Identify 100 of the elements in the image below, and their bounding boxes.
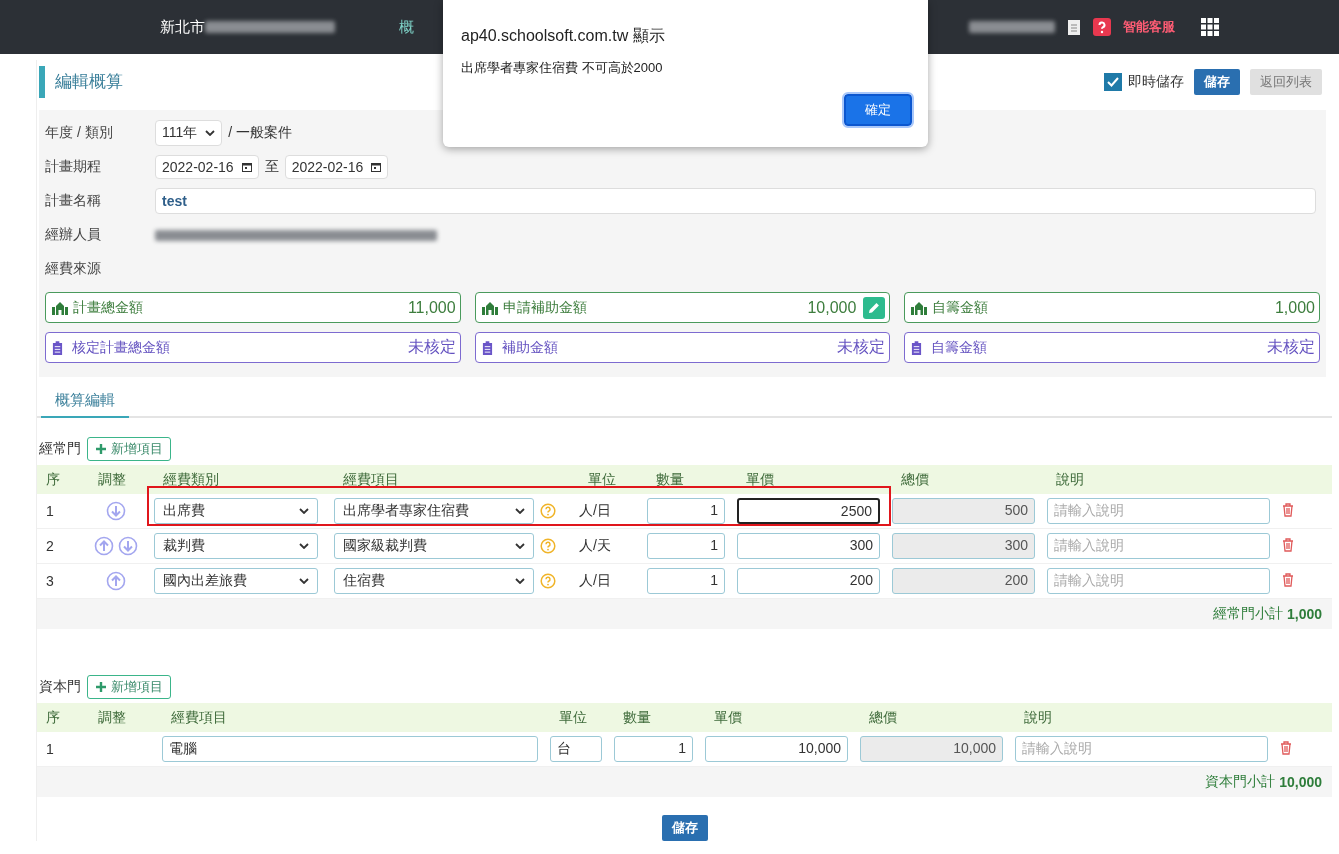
plan-name-field[interactable]: test: [155, 188, 1316, 214]
clipboard-icon[interactable]: [1067, 18, 1081, 36]
unit-text: 人/日: [579, 572, 612, 590]
column-header: 序: [45, 470, 61, 489]
unit-text: 人/日: [579, 502, 612, 520]
trash-icon[interactable]: [1282, 572, 1294, 587]
field-label: 計畫名稱: [45, 192, 102, 210]
calendar-icon: [241, 162, 252, 172]
caret-icon: [299, 543, 309, 549]
dialog-message: 出席學者專家住宿費 不可高於2000: [461, 59, 664, 77]
subtotal-label: 資本門小計: [1205, 773, 1276, 791]
funding-amount: 1,000: [1274, 298, 1315, 317]
item-dropdown[interactable]: 國家級裁判費: [334, 533, 534, 559]
add-item-button[interactable]: 新增項目: [87, 675, 171, 699]
column-header: 數量: [655, 470, 685, 489]
row-number: 3: [45, 573, 55, 589]
date-range-separator: 至: [264, 158, 279, 176]
approval-status: 未核定: [407, 337, 456, 357]
column-header: 經費類別: [162, 470, 220, 489]
column-header: 數量: [622, 708, 652, 727]
start-date-field[interactable]: 2022-02-16: [155, 155, 259, 179]
dialog-title: ap40.schoolsoft.com.tw 顯示: [461, 26, 666, 46]
caret-icon: [515, 508, 525, 514]
trash-icon[interactable]: [1280, 740, 1292, 755]
unit-price-field[interactable]: 200: [737, 568, 880, 594]
total-field: 10,000: [860, 736, 1003, 762]
column-header: 總價: [868, 708, 898, 727]
row-number: 1: [45, 503, 55, 519]
approval-status: 未核定: [1267, 337, 1315, 357]
help-link[interactable]: 智能客服: [1123, 18, 1175, 36]
column-header: 說明: [1023, 708, 1053, 727]
quantity-field[interactable]: 1: [647, 533, 725, 559]
quantity-field[interactable]: 1: [647, 498, 725, 524]
save-button[interactable]: 儲存: [661, 815, 708, 841]
funding-label: 申請補助金額: [502, 298, 587, 317]
help-icon[interactable]: [1093, 18, 1111, 36]
autosave-checkbox[interactable]: [1104, 73, 1122, 91]
autosave-label: 即時儲存: [1128, 73, 1184, 91]
caret-icon: [515, 578, 525, 584]
row-number: 1: [45, 741, 55, 757]
org-name: 新北市: [160, 17, 205, 37]
end-date-field[interactable]: 2022-02-16: [284, 155, 389, 179]
clipboard-icon: [52, 340, 63, 355]
tab[interactable]: 概算編輯: [41, 387, 129, 418]
funding-amount: 11,000: [407, 298, 456, 317]
quantity-field[interactable]: 1: [647, 568, 725, 594]
trash-icon[interactable]: [1282, 537, 1294, 552]
plus-icon: [95, 443, 107, 455]
unit-text: 人/天: [579, 537, 612, 555]
caret-icon: [515, 543, 525, 549]
caret-icon: [299, 578, 309, 584]
item-name-field[interactable]: 電腦: [162, 736, 538, 762]
column-header: 序: [45, 708, 61, 727]
funding-label: 自籌金額: [932, 298, 989, 317]
field-label: 經辦人員: [45, 226, 102, 244]
field-label: 年度 / 類別: [45, 124, 114, 142]
column-header: 經費項目: [342, 470, 400, 489]
save-button[interactable]: 儲存: [1194, 69, 1240, 95]
subtotal-amount: 1,000: [1286, 606, 1322, 622]
category-dropdown[interactable]: 出席費: [154, 498, 318, 524]
section-title: 經常門: [39, 440, 81, 458]
unit-price-field[interactable]: 2500: [737, 498, 880, 524]
total-field: 200: [892, 568, 1035, 594]
column-header: 總價: [900, 470, 930, 489]
edit-button[interactable]: [863, 296, 886, 319]
clipboard-icon: [481, 340, 493, 355]
menu-item[interactable]: 概: [399, 17, 414, 37]
calendar-icon: [371, 162, 382, 172]
pencil-icon: [868, 301, 881, 314]
subtotal-label: 經常門小計: [1212, 605, 1283, 623]
back-to-list-button[interactable]: 返回列表: [1250, 69, 1322, 95]
category-dropdown[interactable]: 裁判費: [154, 533, 318, 559]
approved-label: 補助金額: [501, 338, 558, 357]
ok-button[interactable]: 確定: [844, 94, 912, 126]
funding-amount: 10,000: [807, 298, 857, 317]
category-dropdown[interactable]: 國內出差旅費: [154, 568, 318, 594]
apps-grid-icon[interactable]: [1201, 18, 1219, 36]
bank-icon: [911, 300, 928, 315]
column-header: 單位: [587, 470, 617, 489]
field-label: 計畫期程: [45, 158, 102, 176]
unit-price-field[interactable]: 300: [737, 533, 880, 559]
section-title: 資本門: [39, 678, 81, 696]
field-label: 經費來源: [45, 260, 102, 278]
bank-icon: [481, 300, 498, 315]
quantity-field[interactable]: 1: [614, 736, 693, 762]
unit-field[interactable]: 台: [550, 736, 602, 762]
page-title: 編輯概算: [39, 66, 123, 98]
item-dropdown[interactable]: 住宿費: [334, 568, 534, 594]
approved-label: 自籌金額: [931, 338, 988, 357]
column-header: 單價: [713, 708, 743, 727]
total-field: 300: [892, 533, 1035, 559]
column-header: 單價: [745, 470, 775, 489]
approval-status: 未核定: [837, 337, 886, 357]
column-header: 單位: [558, 708, 588, 727]
unit-price-field[interactable]: 10,000: [705, 736, 848, 762]
item-dropdown[interactable]: 出席學者專家住宿費: [334, 498, 534, 524]
row-number: 2: [45, 538, 55, 554]
add-item-button[interactable]: 新增項目: [87, 437, 171, 461]
year-dropdown[interactable]: 111年: [155, 120, 223, 146]
trash-icon[interactable]: [1282, 502, 1294, 517]
